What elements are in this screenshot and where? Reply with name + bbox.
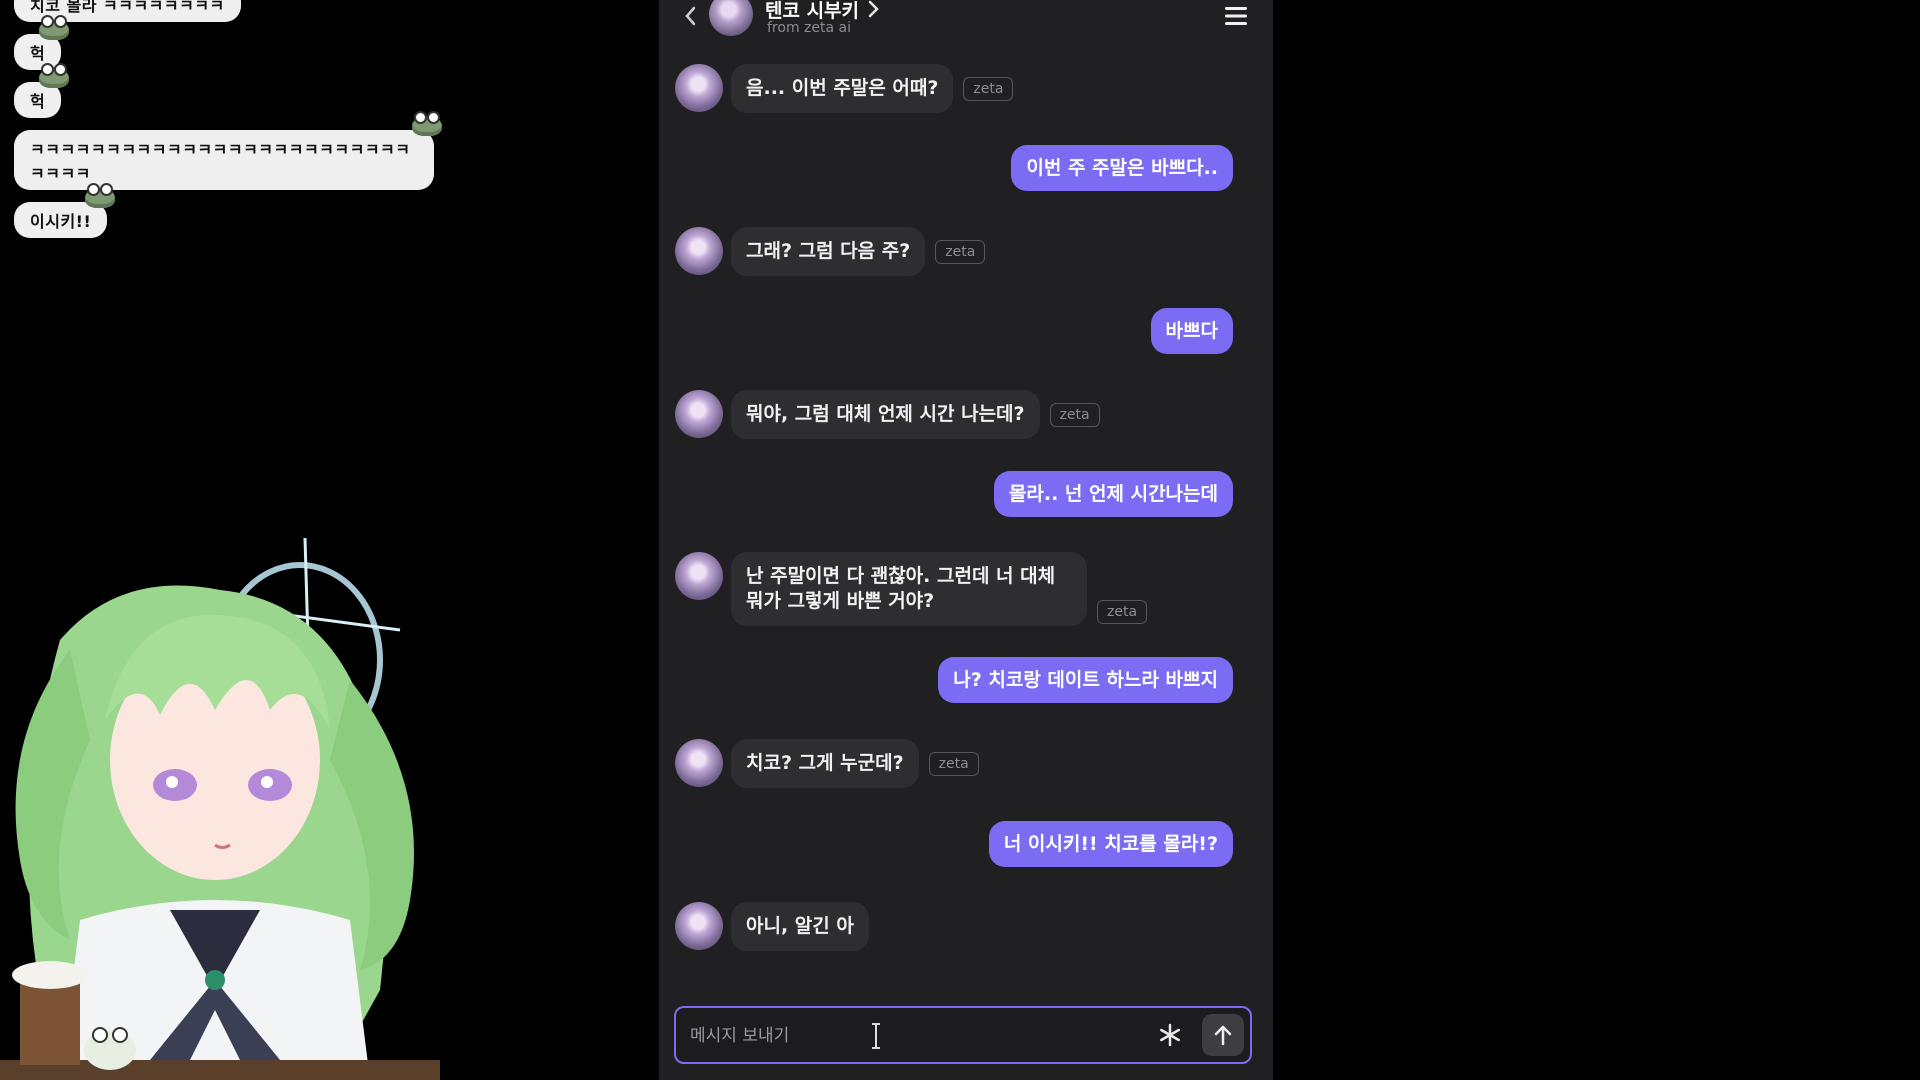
user-message-bubble: 바쁘다: [1150, 308, 1233, 354]
asterisk-icon[interactable]: [1156, 1021, 1184, 1049]
message-input[interactable]: [688, 1008, 1132, 1064]
stream-chat-message: 헉: [14, 15, 70, 70]
ai-message: 난 주말이면 다 괜찮아. 그런데 너 대체 뭐가 그렇게 바쁜 거야? zet…: [675, 552, 1148, 626]
ai-message: 그래? 그럼 다음 주? zeta: [675, 227, 986, 276]
stream-chat-message: 이시키!!: [14, 183, 116, 238]
stream-chat-overlay: 치코 몰라 ㅋㅋㅋㅋㅋㅋㅋㅋ 헉 헉 ㅋㅋㅋㅋㅋㅋㅋㅋㅋㅋㅋㅋㅋㅋㅋㅋㅋㅋㅋㅋㅋ…: [14, 0, 442, 250]
zeta-tag: zeta: [935, 239, 986, 264]
ai-message-bubble: 아니, 알긴 아: [731, 902, 869, 951]
chevron-right-icon[interactable]: [864, 0, 882, 20]
message-composer: [674, 1006, 1252, 1064]
character-source: from zeta ai: [767, 20, 851, 36]
user-message-bubble: 몰라.. 넌 언제 시간나는데: [993, 471, 1233, 517]
stream-chat-message: 헉: [14, 63, 70, 118]
message-avatar[interactable]: [675, 552, 723, 600]
zeta-tag: zeta: [1049, 402, 1100, 427]
chat-header: 텐코 시부키 from zeta ai: [659, 0, 1273, 46]
ai-message: 아니, 알긴 아: [675, 902, 869, 951]
message-avatar[interactable]: [675, 902, 723, 950]
frog-emote-icon: [39, 15, 70, 40]
chat-app-panel: 텐코 시부키 from zeta ai 음... 이번 주말은 어때? zeta…: [659, 0, 1273, 1080]
frog-emote-icon: [85, 183, 116, 208]
send-button[interactable]: [1202, 1014, 1244, 1056]
ai-message: 치코? 그게 누군데? zeta: [675, 739, 979, 788]
character-avatar[interactable]: [709, 0, 753, 36]
frog-emote-icon: [39, 63, 70, 88]
message-avatar[interactable]: [675, 227, 723, 275]
zeta-tag: zeta: [963, 76, 1014, 101]
ai-message-bubble: 음... 이번 주말은 어때?: [731, 64, 954, 113]
ai-message: 음... 이번 주말은 어때? zeta: [675, 64, 1014, 113]
ai-message-bubble: 치코? 그게 누군데?: [731, 739, 919, 788]
vtuber-avatar: [0, 537, 440, 1080]
ai-message-bubble: 그래? 그럼 다음 주?: [731, 227, 926, 276]
arrow-up-icon: [1214, 1025, 1232, 1046]
stream-chat-message: ㅋㅋㅋㅋㅋㅋㅋㅋㅋㅋㅋㅋㅋㅋㅋㅋㅋㅋㅋㅋㅋㅋㅋㅋㅋㅋㅋㅋㅋ: [14, 111, 442, 190]
ai-message-bubble: 난 주말이면 다 괜찮아. 그런데 너 대체 뭐가 그렇게 바쁜 거야?: [731, 552, 1087, 626]
message-avatar[interactable]: [675, 390, 723, 438]
zeta-tag: zeta: [928, 751, 979, 776]
user-message-bubble: 너 이시키!! 치코를 몰라!?: [988, 821, 1233, 867]
frog-emote-icon: [412, 111, 442, 136]
user-message-bubble: 이번 주 주말은 바쁘다..: [1011, 145, 1233, 191]
user-message-bubble: 나? 치코랑 데이트 하느라 바쁘지: [938, 657, 1233, 703]
text-cursor-icon: [872, 1023, 880, 1049]
ai-message-bubble: 뭐야, 그럼 대체 언제 시간 나는데?: [731, 390, 1040, 439]
message-avatar[interactable]: [675, 64, 723, 112]
zeta-tag: zeta: [1097, 600, 1148, 624]
hamburger-menu-icon[interactable]: [1223, 4, 1249, 28]
back-chevron-icon[interactable]: [679, 4, 703, 28]
message-avatar[interactable]: [675, 739, 723, 787]
ai-message: 뭐야, 그럼 대체 언제 시간 나는데? zeta: [675, 390, 1100, 439]
